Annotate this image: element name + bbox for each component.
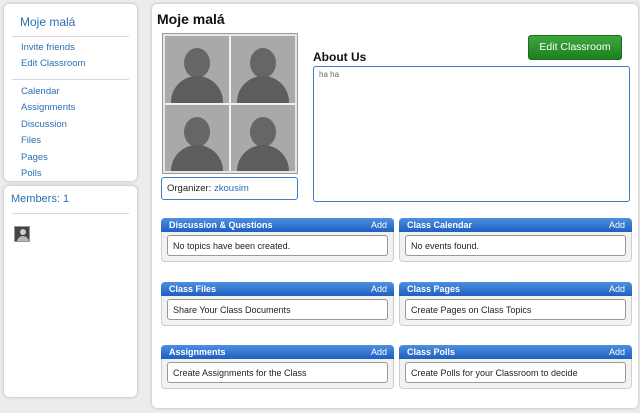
divider	[12, 35, 129, 37]
avatar-head-shape	[20, 229, 26, 235]
sidebar-item-calendar[interactable]: Calendar	[4, 84, 137, 101]
add-assignments-link[interactable]: Add	[371, 347, 387, 357]
silhouette-icon	[231, 36, 295, 103]
sidebar-item-edit-classroom[interactable]: Edit Classroom	[4, 56, 137, 73]
sidebar-item-discussion[interactable]: Discussion	[4, 117, 137, 134]
sidebar-nav: Moje malá Invite friends Edit Classroom …	[4, 4, 137, 181]
widget-body[interactable]: Share Your Class Documents	[167, 299, 388, 320]
main-content: Moje malá Organizer: zkousim Edit Classr…	[152, 4, 638, 408]
widget-assignments: Assignments Add Create Assignments for th…	[161, 345, 394, 390]
widget-body: No events found.	[405, 235, 626, 256]
member-avatar[interactable]	[14, 226, 30, 242]
add-discussion-link[interactable]: Add	[371, 220, 387, 230]
sidebar-item-assignments[interactable]: Assignments	[4, 100, 137, 117]
edit-classroom-button[interactable]: Edit Classroom	[528, 35, 622, 60]
add-files-link[interactable]: Add	[371, 284, 387, 294]
add-polls-link[interactable]: Add	[609, 347, 625, 357]
silhouette-icon	[165, 36, 229, 103]
members-panel: Members: 1	[4, 186, 137, 397]
widget-title[interactable]: Class Pages	[407, 284, 460, 294]
widget-calendar: Class Calendar Add No events found.	[399, 218, 632, 263]
widget-body[interactable]: Create Assignments for the Class	[167, 362, 388, 383]
sidebar-class-title[interactable]: Moje malá	[4, 12, 137, 33]
widget-body[interactable]: Create Polls for your Classroom to decid…	[405, 362, 626, 383]
widget-title[interactable]: Assignments	[169, 347, 226, 357]
about-us-text: ha ha	[313, 66, 630, 202]
add-pages-link[interactable]: Add	[609, 284, 625, 294]
widget-files: Class Files Add Share Your Class Document…	[161, 282, 394, 327]
silhouette-icon	[165, 104, 229, 171]
organizer-box: Organizer: zkousim	[161, 177, 298, 200]
class-photo	[162, 33, 298, 174]
widget-discussion: Discussion & Questions Add No topics have…	[161, 218, 394, 263]
sidebar-item-polls[interactable]: Polls	[4, 166, 137, 183]
sidebar-item-pages[interactable]: Pages	[4, 150, 137, 167]
divider	[12, 213, 129, 214]
sidebar-item-invite-friends[interactable]: Invite friends	[4, 40, 137, 57]
silhouette-icon	[231, 104, 295, 171]
about-us-heading: About Us	[313, 50, 367, 64]
organizer-label: Organizer:	[167, 183, 212, 194]
widget-pages: Class Pages Add Create Pages on Class Top…	[399, 282, 632, 327]
widget-title[interactable]: Discussion & Questions	[169, 220, 273, 230]
page-title: Moje malá	[157, 11, 225, 27]
organizer-name-link[interactable]: zkousim	[214, 183, 249, 194]
widget-title[interactable]: Class Files	[169, 284, 216, 294]
avatar-body-shape	[17, 236, 29, 241]
add-calendar-link[interactable]: Add	[609, 220, 625, 230]
widget-body[interactable]: Create Pages on Class Topics	[405, 299, 626, 320]
members-title[interactable]: Members: 1	[4, 186, 137, 213]
divider	[12, 78, 129, 80]
widget-polls: Class Polls Add Create Polls for your Cla…	[399, 345, 632, 390]
widget-title[interactable]: Class Calendar	[407, 220, 472, 230]
widget-body: No topics have been created.	[167, 235, 388, 256]
widget-title[interactable]: Class Polls	[407, 347, 455, 357]
sidebar-item-files[interactable]: Files	[4, 133, 137, 150]
